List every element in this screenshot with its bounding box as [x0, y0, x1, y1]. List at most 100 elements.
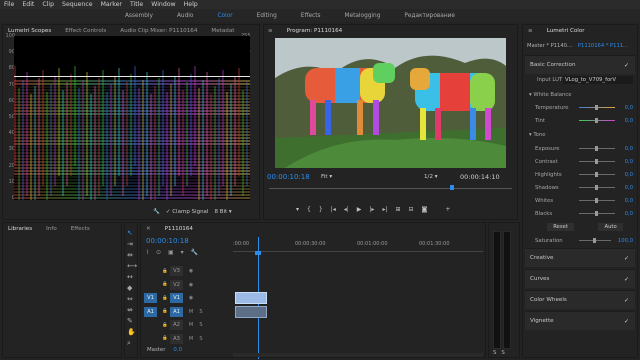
slip-tool-icon[interactable]: ⇔	[127, 295, 137, 303]
eye-icon[interactable]: ◉	[186, 295, 196, 301]
workspace-tab-0[interactable]: Assembly	[125, 13, 153, 19]
linked-selection-icon[interactable]: ⊙	[156, 249, 161, 256]
insert-sequence-icon[interactable]: ▣	[168, 249, 174, 256]
temperature-slider[interactable]	[579, 105, 615, 110]
sequence-tab[interactable]: P1110164	[165, 226, 193, 232]
marker-icon[interactable]: ▾	[296, 206, 299, 213]
workspace-tab-5[interactable]: Metalogging	[345, 13, 381, 19]
shadows-slider[interactable]	[579, 185, 615, 190]
rolling-edit-tool-icon[interactable]: ⟷	[127, 262, 137, 270]
lumetri-menu-icon[interactable]: ≡	[528, 28, 533, 34]
track-select-tool-icon[interactable]: ⇥	[127, 240, 137, 248]
timeline-close-icon[interactable]: ✕	[146, 226, 151, 232]
add-marker-icon[interactable]: ▾	[181, 249, 184, 256]
exposure-slider[interactable]	[579, 146, 615, 151]
go-to-in-icon[interactable]: |◂	[331, 206, 336, 213]
tab-effect-controls[interactable]: Effect Controls	[65, 28, 106, 34]
lock-icon[interactable]: 🔒	[160, 323, 170, 328]
curves-checkbox[interactable]: ✓	[624, 276, 629, 283]
input-lut-select[interactable]: VLog_to_V709_forV	[563, 75, 633, 84]
source-patch[interactable]: A1	[144, 306, 157, 317]
tab-libraries[interactable]: Libraries	[8, 226, 32, 232]
whites-slider[interactable]	[579, 198, 615, 203]
source-patch[interactable]	[144, 266, 157, 276]
rate-stretch-tool-icon[interactable]: ↔	[127, 273, 137, 281]
menu-window[interactable]: Window	[151, 1, 175, 8]
timeline-settings-icon[interactable]: 🔧	[191, 249, 198, 256]
workspace-tab-4[interactable]: Effects	[301, 13, 321, 19]
reset-button[interactable]: Reset	[547, 223, 575, 231]
lumetri-title[interactable]: Lumetri Color	[547, 28, 585, 34]
active-clip-select[interactable]: P1110164 * P111...	[578, 43, 628, 49]
tab-metadata[interactable]: Metadat	[211, 28, 234, 34]
color-wheels-checkbox[interactable]: ✓	[624, 297, 629, 304]
track-target[interactable]: A3	[170, 333, 183, 344]
exposure-value[interactable]: 0,0	[619, 146, 633, 152]
tab-effects[interactable]: Effects	[71, 226, 90, 232]
lock-icon[interactable]: 🔒	[160, 296, 170, 301]
saturation-value[interactable]: 100,0	[615, 238, 633, 244]
source-patch[interactable]: V1	[144, 293, 157, 303]
workspace-tab-3[interactable]: Editing	[257, 13, 277, 19]
playhead-marker[interactable]	[450, 185, 454, 190]
mark-out-icon[interactable]: }	[319, 206, 323, 213]
source-patch[interactable]	[144, 280, 157, 290]
solo-button[interactable]: S	[196, 309, 206, 315]
program-scrubber[interactable]	[269, 188, 512, 189]
program-timecode[interactable]: 00:00:10:18	[267, 173, 310, 181]
master-clip-select[interactable]: Master * P1140...	[527, 43, 572, 49]
vignette-checkbox[interactable]: ✓	[624, 318, 629, 325]
tone-header[interactable]: ▾ Tone	[529, 130, 633, 139]
solo-left-button[interactable]: S	[493, 350, 496, 356]
source-patch[interactable]	[144, 334, 157, 344]
tint-slider[interactable]	[579, 118, 615, 123]
program-menu-icon[interactable]: ≡	[268, 28, 273, 34]
highlights-value[interactable]: 0,0	[619, 172, 633, 178]
shadows-value[interactable]: 0,0	[619, 185, 633, 191]
track-target[interactable]: V1	[170, 293, 183, 303]
track-target[interactable]: A2	[170, 320, 183, 330]
program-title[interactable]: Program: P1110164	[287, 28, 343, 34]
timeline-scrollbar[interactable]	[233, 353, 483, 357]
vignette-header[interactable]: Vignette ✓	[525, 311, 635, 330]
timeline-timecode[interactable]: 00:00:10:18	[146, 237, 189, 245]
razor-tool-icon[interactable]: ◆	[127, 284, 137, 292]
temperature-value[interactable]: 0,0	[619, 105, 633, 111]
master-value[interactable]: 0,0	[173, 347, 182, 353]
auto-button[interactable]: Auto	[598, 223, 623, 231]
mute-button[interactable]: M	[186, 322, 196, 328]
menu-sequence[interactable]: Sequence	[62, 1, 93, 8]
bit-depth-select[interactable]: 8 Bit ▾	[214, 209, 231, 215]
lift-icon[interactable]: ⊞	[395, 206, 400, 213]
video-clip[interactable]	[235, 292, 267, 304]
go-to-out-icon[interactable]: ▸|	[382, 206, 387, 213]
menu-help[interactable]: Help	[184, 1, 198, 8]
solo-right-button[interactable]: S	[501, 350, 504, 356]
menu-marker[interactable]: Marker	[101, 1, 122, 8]
ripple-edit-tool-icon[interactable]: ⇹	[127, 251, 137, 259]
highlights-slider[interactable]	[579, 172, 615, 177]
snap-icon[interactable]: ⌇	[146, 249, 149, 256]
tab-info[interactable]: Info	[46, 226, 57, 232]
track-target[interactable]: A1	[170, 306, 183, 317]
lock-icon[interactable]: 🔒	[160, 282, 170, 287]
timeline-ruler[interactable]: :00:00 00:00:30:00 00:01:00:00 00:01:30:00	[233, 241, 483, 251]
track-target[interactable]: V2	[170, 279, 183, 290]
menu-edit[interactable]: Edit	[22, 1, 34, 8]
mark-in-icon[interactable]: {	[307, 206, 311, 213]
blacks-value[interactable]: 0,0	[619, 211, 633, 217]
saturation-slider[interactable]	[579, 238, 611, 243]
eye-icon[interactable]: ◉	[186, 282, 196, 288]
color-wheels-header[interactable]: Color Wheels ✓	[525, 290, 635, 309]
eye-icon[interactable]: ◉	[186, 268, 196, 274]
menu-title[interactable]: Title	[130, 1, 143, 8]
contrast-slider[interactable]	[579, 159, 615, 164]
source-patch[interactable]	[144, 320, 157, 330]
extract-icon[interactable]: ⊟	[409, 206, 414, 213]
step-forward-icon[interactable]: |▸	[369, 206, 374, 213]
white-balance-header[interactable]: ▾ White Balance	[529, 90, 633, 99]
playhead-head[interactable]	[255, 251, 261, 255]
selection-tool-icon[interactable]: ↖	[127, 229, 137, 237]
tab-audio-clip-mixer[interactable]: Audio Clip Mixer: P1110164	[120, 28, 197, 34]
pen-tool-icon[interactable]: ✎	[127, 317, 137, 325]
